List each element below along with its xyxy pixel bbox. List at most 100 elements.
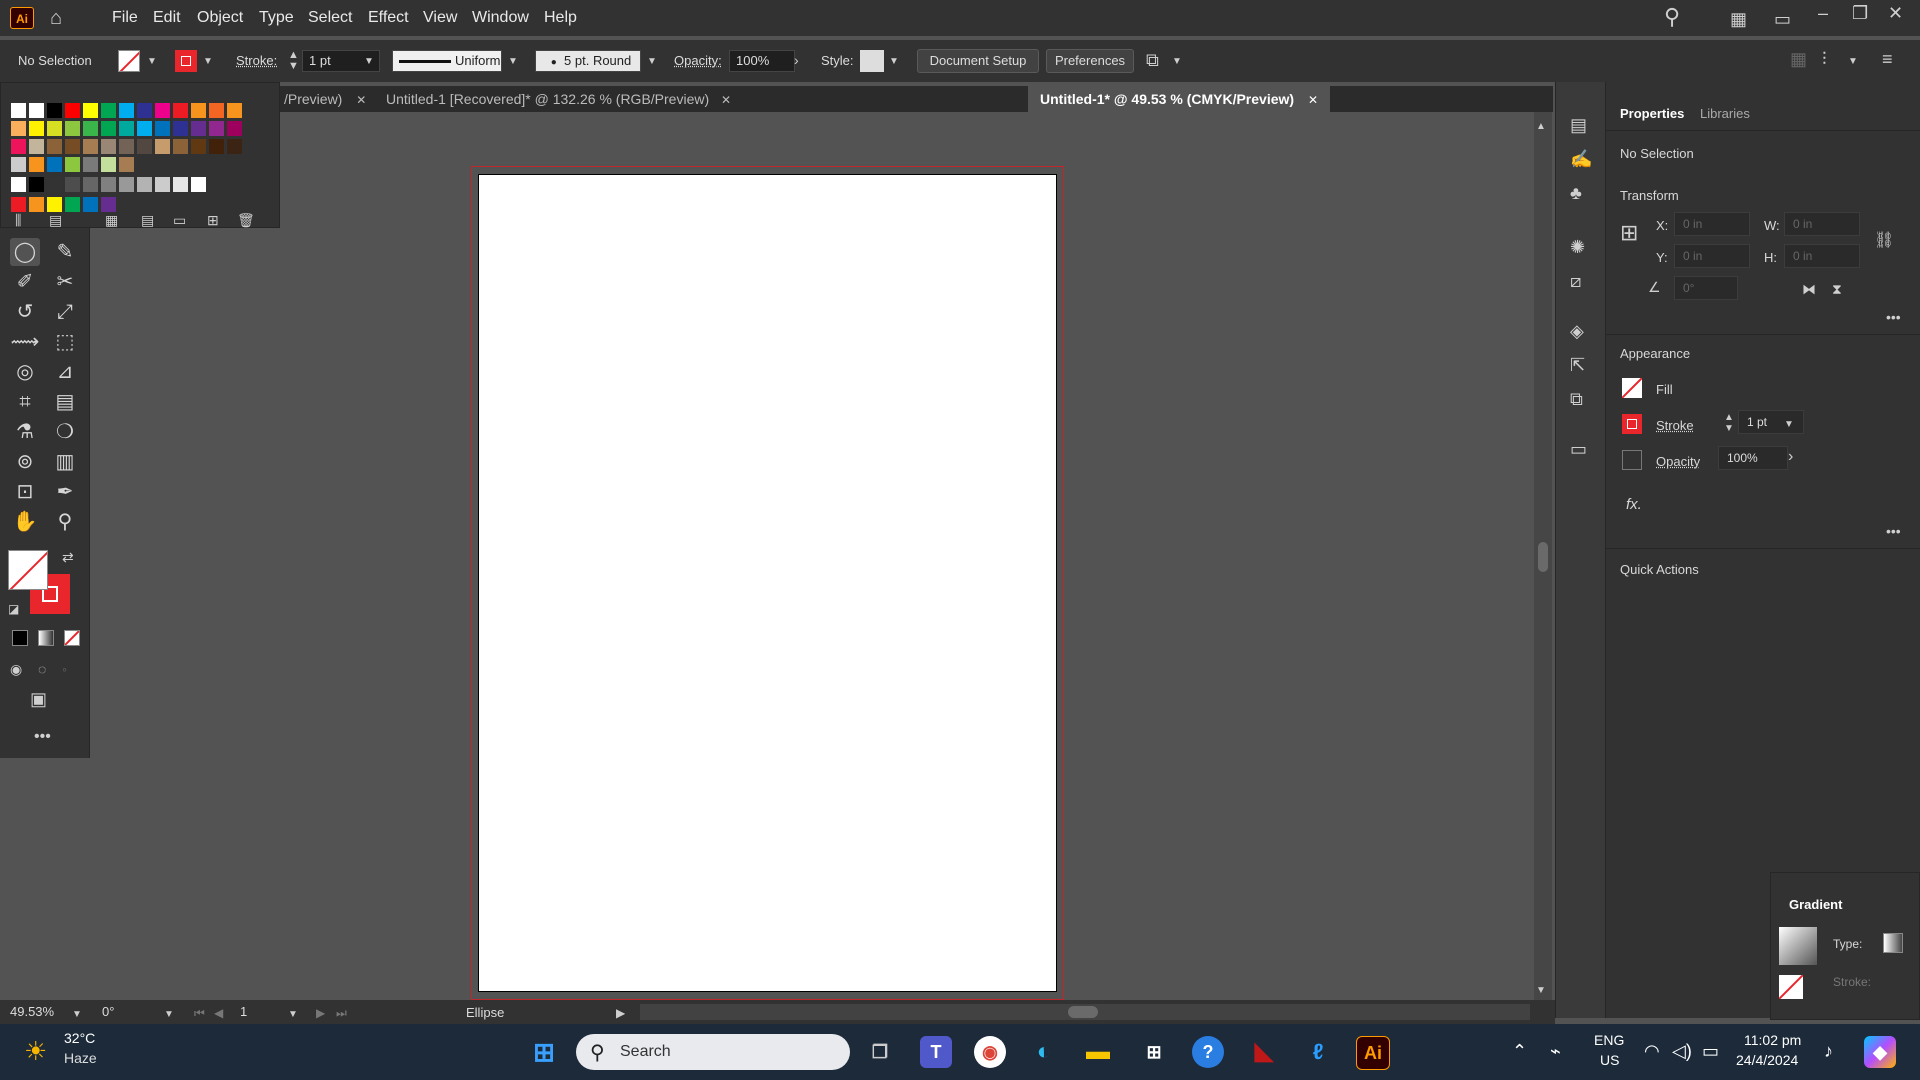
- network-status-icon[interactable]: ⌁: [1550, 1042, 1561, 1060]
- export-icon[interactable]: ⇱: [1570, 356, 1585, 374]
- last-artboard-icon[interactable]: ⏭: [336, 1004, 347, 1022]
- color-swatch[interactable]: [83, 177, 98, 192]
- artboard[interactable]: [478, 174, 1057, 992]
- zoom-level-field[interactable]: 49.53%: [4, 1002, 74, 1022]
- close-window-icon[interactable]: ✕: [1888, 4, 1903, 22]
- volume-icon[interactable]: ◁): [1672, 1042, 1692, 1060]
- constrain-proportions-icon[interactable]: ⛓: [1874, 232, 1894, 250]
- fx-button[interactable]: fx.: [1626, 496, 1642, 513]
- chevron-down-icon[interactable]: ▼: [889, 53, 899, 71]
- color-swatch[interactable]: [119, 139, 134, 154]
- variable-width-profile[interactable]: Uniform: [392, 50, 502, 72]
- hand-tool-icon[interactable]: ✋: [10, 508, 40, 536]
- language-line-1[interactable]: ENG: [1594, 1032, 1624, 1048]
- more-options-icon[interactable]: •••: [1886, 522, 1901, 540]
- gradient-mode-icon[interactable]: [38, 630, 54, 646]
- color-swatch[interactable]: [119, 157, 134, 172]
- libraries-icon[interactable]: ▤: [1570, 116, 1587, 134]
- reference-point-icon[interactable]: ⊞: [1620, 222, 1638, 244]
- chevron-right-icon[interactable]: ›: [1788, 448, 1793, 466]
- color-swatch[interactable]: [173, 103, 188, 118]
- menu-select[interactable]: Select: [308, 0, 352, 36]
- gradient-tool-icon[interactable]: ▤: [50, 388, 80, 416]
- draw-behind-icon[interactable]: ◌: [38, 660, 46, 678]
- chevron-down-icon[interactable]: ▼: [364, 53, 374, 71]
- close-tab-icon[interactable]: ✕: [1308, 93, 1318, 107]
- first-artboard-icon[interactable]: ⏮: [194, 1004, 205, 1022]
- color-swatch[interactable]: [11, 121, 26, 136]
- arrange-documents-icon[interactable]: ▦: [1730, 10, 1747, 28]
- color-swatch[interactable]: [47, 103, 62, 118]
- home-icon[interactable]: ⌂: [50, 8, 62, 28]
- menu-window[interactable]: Window: [472, 0, 529, 36]
- color-swatch[interactable]: [83, 121, 98, 136]
- restore-icon[interactable]: ❐: [1852, 4, 1868, 22]
- opacity-label[interactable]: Opacity:: [674, 53, 722, 68]
- color-swatch[interactable]: [65, 157, 80, 172]
- tab-properties[interactable]: Properties: [1620, 106, 1684, 121]
- color-swatch[interactable]: [173, 121, 188, 136]
- color-swatch[interactable]: [83, 197, 98, 212]
- color-swatch[interactable]: [101, 177, 116, 192]
- app-icon[interactable]: ℓ: [1302, 1036, 1334, 1068]
- color-mode-icon[interactable]: [12, 630, 28, 646]
- preferences-button[interactable]: Preferences: [1046, 49, 1134, 73]
- color-swatch[interactable]: [155, 177, 170, 192]
- color-swatch[interactable]: [65, 197, 80, 212]
- battery-icon[interactable]: ▭: [1702, 1042, 1719, 1060]
- swatch-group-icon[interactable]: ▤: [141, 211, 154, 229]
- chevron-down-icon[interactable]: ▼: [508, 53, 518, 71]
- scale-tool-icon[interactable]: ⤢: [50, 298, 80, 326]
- artboard-number-field[interactable]: 1: [234, 1002, 294, 1022]
- opacity-field[interactable]: 100%: [729, 50, 795, 72]
- shape-builder-tool-icon[interactable]: ◎: [10, 358, 40, 386]
- document-setup-button[interactable]: Document Setup: [917, 49, 1039, 73]
- arrange-icon[interactable]: ⧉: [1146, 51, 1159, 69]
- transform-panel-icon[interactable]: ⧄: [1570, 272, 1581, 290]
- color-swatch[interactable]: [29, 197, 44, 212]
- color-swatch[interactable]: [101, 121, 116, 136]
- fill-color-box[interactable]: [8, 550, 48, 590]
- color-swatch[interactable]: [29, 103, 44, 118]
- gradient-fill-swatch[interactable]: [1779, 975, 1803, 999]
- color-swatch[interactable]: [209, 139, 224, 154]
- free-transform-tool-icon[interactable]: ⬚: [50, 328, 80, 356]
- scroll-thumb[interactable]: [1068, 1006, 1098, 1018]
- more-options-icon[interactable]: •••: [1886, 308, 1901, 326]
- color-swatch[interactable]: [29, 157, 44, 172]
- chevron-down-icon[interactable]: ▼: [1172, 53, 1182, 71]
- tab-libraries[interactable]: Libraries: [1700, 106, 1750, 121]
- more-tools-icon[interactable]: •••: [34, 728, 51, 746]
- start-icon[interactable]: ⊞: [528, 1036, 560, 1068]
- default-fill-stroke-icon[interactable]: ◪: [8, 600, 19, 618]
- blend-tool-icon[interactable]: ❍: [50, 418, 80, 446]
- color-swatch[interactable]: [101, 139, 116, 154]
- chevron-down-icon[interactable]: ▼: [203, 53, 213, 71]
- color-swatch[interactable]: [209, 103, 224, 118]
- eyedropper-tool-icon[interactable]: ⚗: [10, 418, 40, 446]
- chrome-icon[interactable]: ◉: [974, 1036, 1006, 1068]
- color-swatch[interactable]: [29, 139, 44, 154]
- color-swatch[interactable]: [173, 177, 188, 192]
- tab-document-0[interactable]: /Preview) ✕: [284, 86, 372, 112]
- color-swatch[interactable]: [29, 121, 44, 136]
- new-folder-icon[interactable]: ▭: [173, 211, 186, 229]
- slice-tool-icon[interactable]: ✒: [50, 478, 80, 506]
- close-tab-icon[interactable]: ✕: [721, 93, 731, 107]
- mcafee-icon[interactable]: ◣: [1248, 1036, 1280, 1068]
- workspace-icon[interactable]: ▭: [1774, 10, 1791, 28]
- chevron-down-icon[interactable]: ▼: [164, 1006, 174, 1024]
- chevron-right-icon[interactable]: ›: [794, 51, 799, 69]
- color-swatch[interactable]: [47, 197, 62, 212]
- shaper-tool-icon[interactable]: ✐: [10, 268, 40, 296]
- color-swatch[interactable]: [119, 121, 134, 136]
- weather-condition[interactable]: Haze: [64, 1050, 97, 1066]
- weather-temp[interactable]: 32°C: [64, 1030, 95, 1046]
- width-field[interactable]: 0 in: [1784, 212, 1860, 236]
- rotate-angle-field[interactable]: 0°: [1674, 276, 1738, 300]
- rotate-tool-icon[interactable]: ↺: [10, 298, 40, 326]
- file-explorer-icon[interactable]: ▬: [1082, 1036, 1114, 1068]
- color-swatch[interactable]: [11, 139, 26, 154]
- appearance-icon[interactable]: ✺: [1570, 238, 1585, 256]
- chevron-down-icon[interactable]: ▼: [147, 53, 157, 71]
